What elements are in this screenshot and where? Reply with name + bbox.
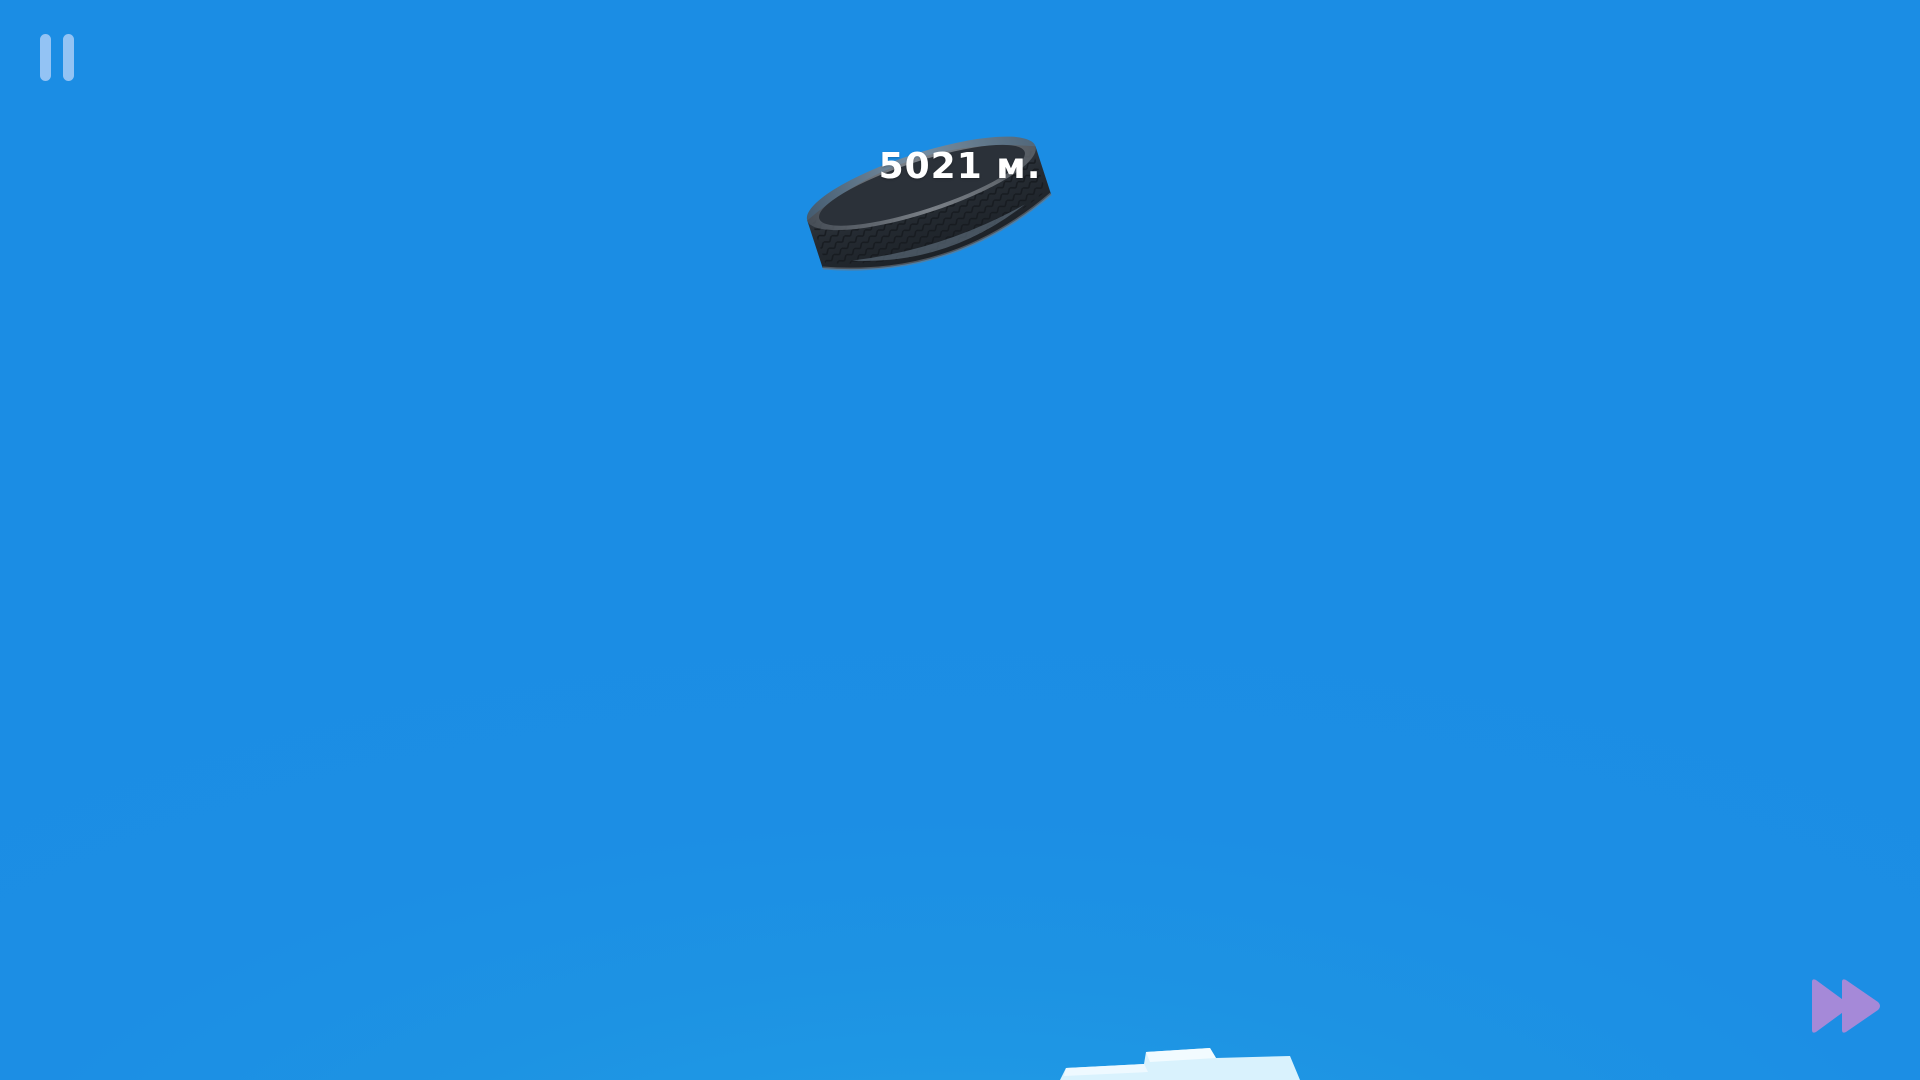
fast-forward-icon [1812,979,1880,1033]
tire-object [806,136,1052,271]
cloud-terrain [1060,1048,1300,1080]
pause-button[interactable] [38,34,78,82]
fast-forward-button[interactable] [1808,976,1886,1036]
distance-counter: 5021 м. [878,146,1042,187]
